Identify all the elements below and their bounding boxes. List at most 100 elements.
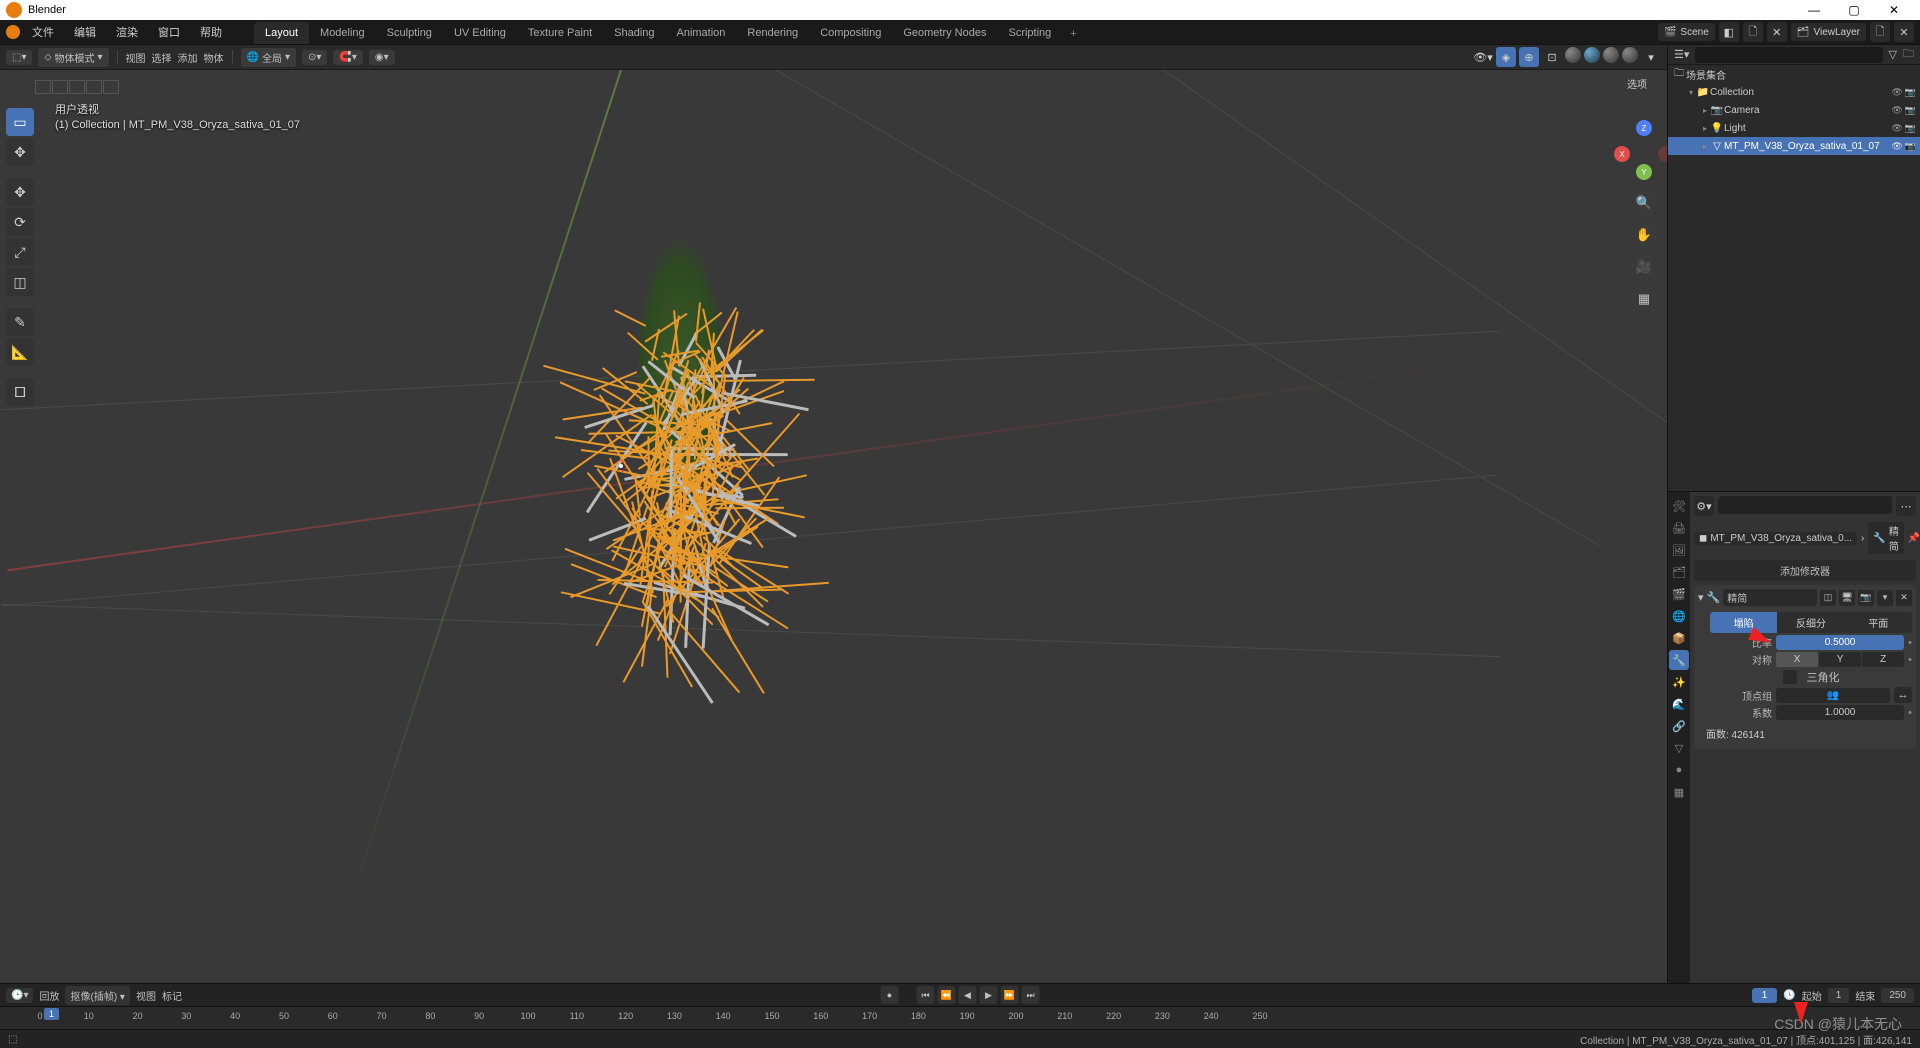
tab-scripting[interactable]: Scripting <box>997 22 1062 44</box>
mode-selector[interactable]: ⬦ 物体模式 ▾ <box>38 48 108 67</box>
tab-layout[interactable]: Layout <box>254 22 309 44</box>
mod-editmode-icon[interactable]: 🖥 <box>1839 590 1855 606</box>
menu-file[interactable]: 文件 <box>24 21 62 43</box>
timeline-ruler[interactable]: 1 01020304050607080901001101201301401501… <box>0 1007 1920 1029</box>
add-modifier-button[interactable]: 添加修改器 <box>1694 560 1916 581</box>
object-menu[interactable]: 物体 <box>204 50 224 65</box>
axis-z-icon[interactable]: Z <box>1636 120 1652 136</box>
tab-rendering[interactable]: Rendering <box>736 22 809 44</box>
timeline-play-menu[interactable]: 回放 <box>39 988 59 1003</box>
modifier-name-field[interactable]: 精简 <box>1723 589 1817 606</box>
tool-move[interactable]: ✥ <box>6 178 34 206</box>
mod-delete-icon[interactable]: ✕ <box>1896 590 1912 606</box>
ptab-modifiers[interactable]: 🔧 <box>1669 650 1689 670</box>
camera-view-icon[interactable]: 🎥 <box>1631 254 1657 280</box>
ratio-anim-icon[interactable]: • <box>1908 637 1912 649</box>
shade-rendered-icon[interactable] <box>1622 47 1638 63</box>
ptab-scene[interactable]: 🎬 <box>1669 584 1689 604</box>
ptab-constraints[interactable]: 🔗 <box>1669 716 1689 736</box>
outliner-new-collection-icon[interactable]: 🗀 <box>1903 45 1914 64</box>
tool-measure[interactable]: 📐 <box>6 338 34 366</box>
crumb-object[interactable]: ◼ MT_PM_V38_Oryza_sativa_0... <box>1694 532 1857 545</box>
outliner-item[interactable]: ▸📷Camera👁📷 <box>1668 101 1920 119</box>
axis-y-icon[interactable]: Y <box>1636 164 1652 180</box>
viewlayer-delete-icon[interactable]: ✕ <box>1894 22 1914 42</box>
overlay-toggle-icon[interactable]: ⊕ <box>1519 47 1539 67</box>
sym-anim-icon[interactable]: • <box>1908 654 1912 666</box>
triangulate-checkbox[interactable] <box>1783 670 1797 684</box>
tab-compositing[interactable]: Compositing <box>809 22 892 44</box>
axis-x-button[interactable]: X <box>1776 652 1818 667</box>
preview-range-icon[interactable]: 🕓 <box>1783 990 1795 1001</box>
add-menu[interactable]: 添加 <box>178 50 198 65</box>
visibility-icon[interactable]: 👁▾ <box>1473 47 1493 67</box>
outliner-filter-icon[interactable]: ▽ <box>1889 48 1897 61</box>
ptab-tool[interactable]: 🛠 <box>1669 496 1689 516</box>
snap-toggle[interactable]: 🧲▾ <box>333 50 362 65</box>
mod-menu-icon[interactable]: ▾ <box>1877 590 1893 606</box>
tab-texpaint[interactable]: Texture Paint <box>517 22 603 44</box>
axis-x-icon[interactable]: X <box>1614 146 1630 162</box>
current-frame-field[interactable]: 1 <box>1752 988 1778 1003</box>
play-icon[interactable]: ▶ <box>980 986 998 1004</box>
mod-realtime-icon[interactable]: 📷 <box>1858 590 1874 606</box>
tool-transform[interactable]: ◫ <box>6 268 34 296</box>
tool-rotate[interactable]: ⟳ <box>6 208 34 236</box>
viewlayer-selector[interactable]: 🗂 ViewLayer <box>1791 23 1866 41</box>
outliner-item[interactable]: ▸▽MT_PM_V38_Oryza_sativa_01_07👁📷 <box>1668 137 1920 155</box>
props-options-icon[interactable]: ⋯ <box>1896 496 1916 516</box>
scene-browse-icon[interactable]: ◧ <box>1719 22 1739 42</box>
ptab-material[interactable]: ● <box>1669 760 1689 780</box>
tab-shading[interactable]: Shading <box>603 22 665 44</box>
shade-solid-icon[interactable] <box>1584 47 1600 63</box>
scene-delete-icon[interactable]: ✕ <box>1767 22 1787 42</box>
viewlayer-new-icon[interactable]: 🗋 <box>1870 22 1890 42</box>
outliner-editor-icon[interactable]: ☰▾ <box>1674 48 1689 61</box>
tool-addcube[interactable]: 🞐 <box>6 378 34 406</box>
jump-start-icon[interactable]: ⏮ <box>917 986 935 1004</box>
keyframe-prev-icon[interactable]: ⏪ <box>938 986 956 1004</box>
ptab-object[interactable]: 📦 <box>1669 628 1689 648</box>
pan-icon[interactable]: ✋ <box>1631 222 1657 248</box>
scene-new-icon[interactable]: 🗋 <box>1743 22 1763 42</box>
axis-z-button[interactable]: Z <box>1862 652 1904 667</box>
ptab-texture[interactable]: ▦ <box>1669 782 1689 802</box>
props-editor-icon[interactable]: ⚙▾ <box>1694 496 1714 516</box>
play-reverse-icon[interactable]: ◀ <box>959 986 977 1004</box>
outliner-scene-collection[interactable]: 🗀 场景集合 <box>1668 65 1920 83</box>
autokey-icon[interactable]: ● <box>881 986 899 1004</box>
select-menu[interactable]: 选择 <box>152 50 172 65</box>
jump-end-icon[interactable]: ⏭ <box>1022 986 1040 1004</box>
scene-selector[interactable]: 🎬 Scene <box>1658 23 1715 41</box>
mode-unsubdiv[interactable]: 反细分 <box>1777 612 1844 633</box>
ptab-world[interactable]: 🌐 <box>1669 606 1689 626</box>
end-frame-field[interactable]: 250 <box>1881 988 1914 1003</box>
ptab-output[interactable]: 🖼 <box>1669 540 1689 560</box>
persp-ortho-icon[interactable]: ▦ <box>1631 286 1657 312</box>
ptab-render[interactable]: 🖨 <box>1669 518 1689 538</box>
playhead[interactable]: 1 <box>44 1008 59 1020</box>
axis-x-neg-icon[interactable] <box>1658 146 1667 162</box>
view-menu[interactable]: 视图 <box>126 50 146 65</box>
shade-wireframe-icon[interactable] <box>1565 47 1581 63</box>
outliner-item[interactable]: ▾📁Collection👁📷 <box>1668 83 1920 101</box>
orientation-selector[interactable]: 🌐 全局 ▾ <box>241 48 296 67</box>
timeline-keying-menu[interactable]: 抠像(插帧) ▾ <box>65 986 129 1005</box>
mod-cage-icon[interactable]: ◫ <box>1820 590 1836 606</box>
proportional-toggle[interactable]: ◉▾ <box>369 50 395 65</box>
outliner-search[interactable] <box>1695 47 1882 63</box>
nav-gizmo[interactable]: Z X Y <box>1614 120 1667 180</box>
vgroup-field[interactable]: 👥 <box>1776 688 1890 703</box>
close-button[interactable]: ✕ <box>1874 3 1914 17</box>
mode-planar[interactable]: 平面 <box>1845 612 1912 633</box>
timeline-marker-menu[interactable]: 标记 <box>162 988 182 1003</box>
tab-geonodes[interactable]: Geometry Nodes <box>892 22 997 44</box>
decimate-mode-tabs[interactable]: 塌陷 反细分 平面 <box>1710 612 1912 633</box>
3d-viewport[interactable]: 选项 用户透视 (1) Collection | MT_PM_V38_Oryza… <box>0 70 1667 983</box>
add-workspace-button[interactable]: + <box>1062 24 1084 44</box>
menu-help[interactable]: 帮助 <box>192 21 230 43</box>
select-mode-buttons[interactable] <box>35 80 119 94</box>
vgroup-invert-icon[interactable]: ↔ <box>1894 687 1912 703</box>
ratio-field[interactable]: 0.5000 <box>1776 635 1904 650</box>
pin-icon[interactable]: 📌 <box>1908 533 1920 544</box>
